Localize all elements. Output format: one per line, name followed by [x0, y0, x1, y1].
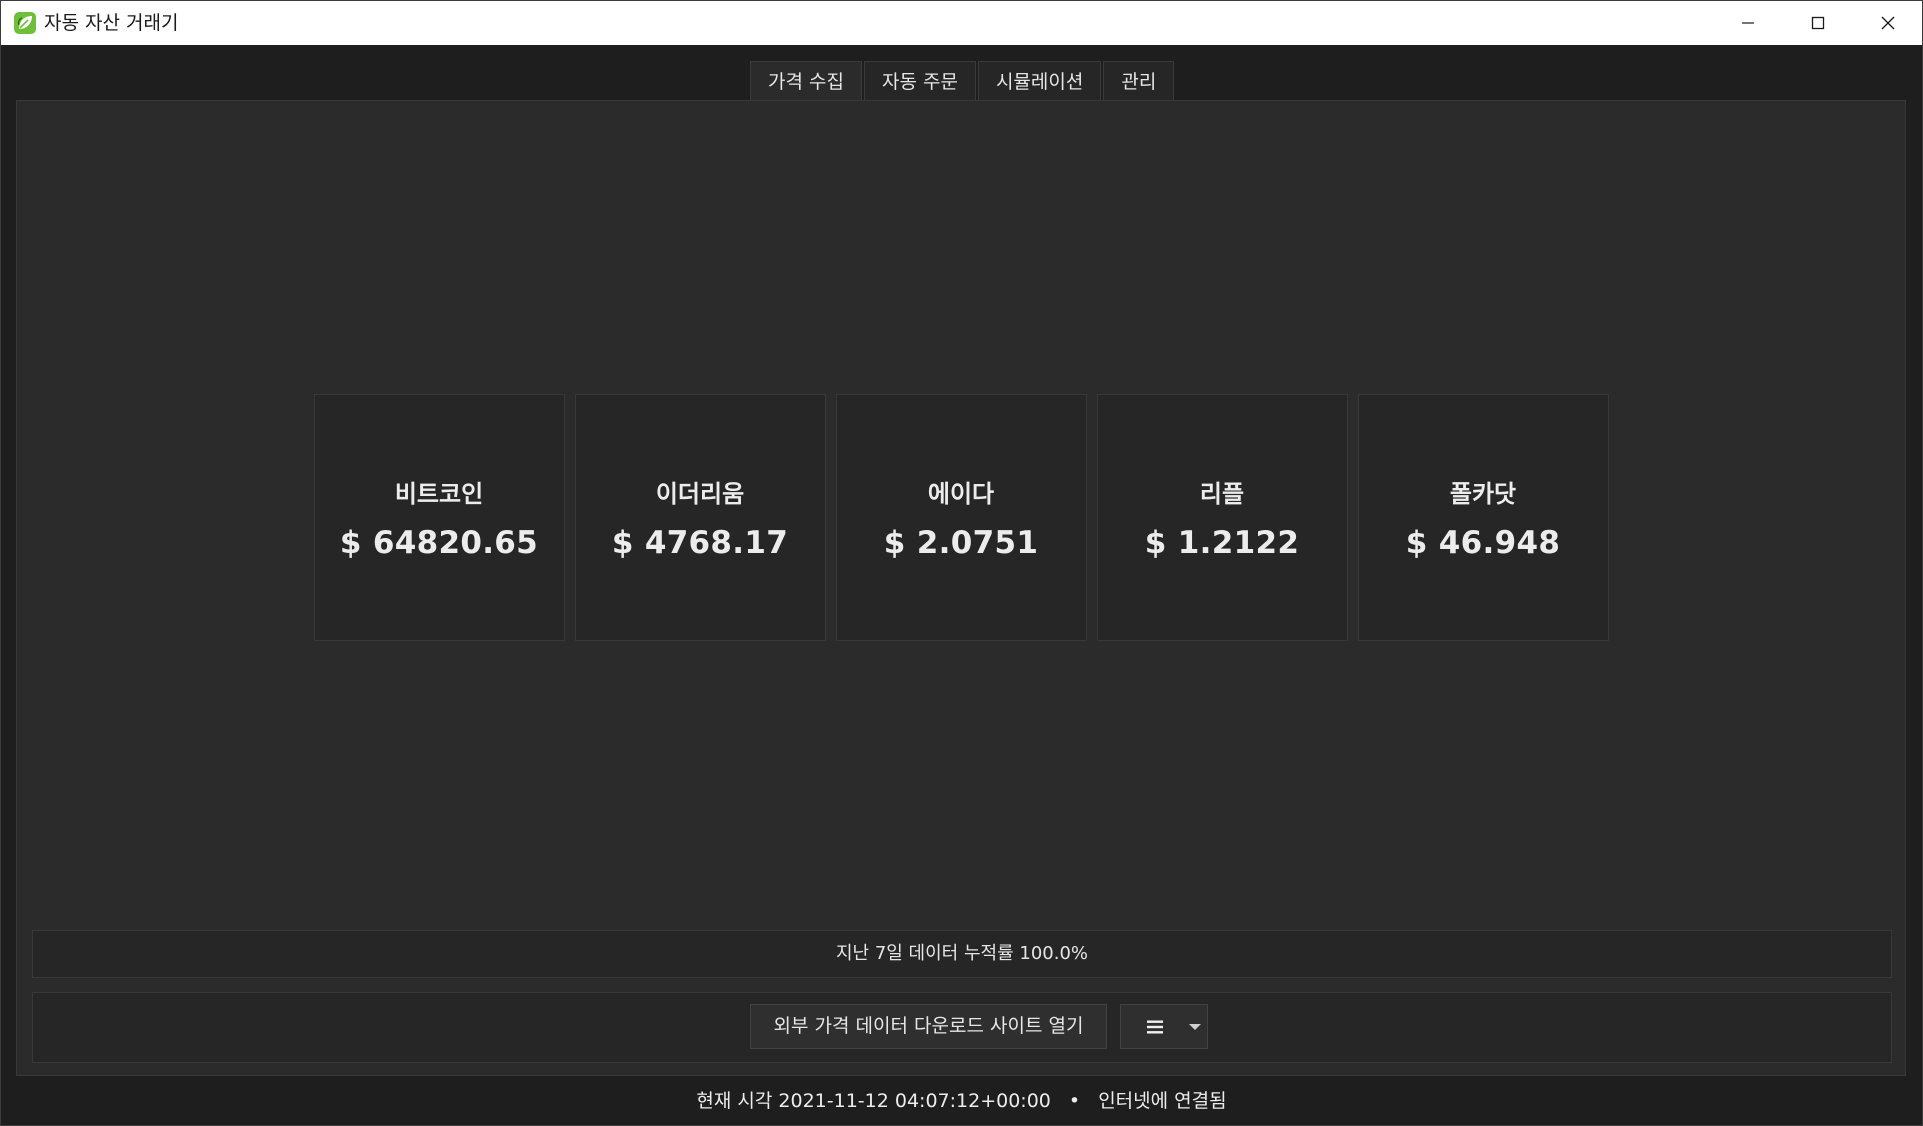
price-card-polkadot: 폴카닷 $ 46.948: [1357, 394, 1609, 641]
minimize-icon: [1742, 22, 1754, 24]
caret-down-icon: [1189, 1024, 1201, 1030]
close-button[interactable]: [1853, 1, 1922, 45]
coin-price: $ 2.0751: [883, 525, 1039, 561]
close-icon: [1881, 16, 1895, 30]
coin-price: $ 64820.65: [339, 525, 539, 561]
coin-name: 폴카닷: [1449, 480, 1517, 508]
connection-status: 인터넷에 연결됨: [1098, 1090, 1227, 1112]
price-collection-panel: 비트코인 $ 64820.65 이더리움 $ 4768.17 에이다 $ 2.0…: [16, 100, 1906, 1076]
tab-bar: 가격 수집 자동 주문 시뮬레이션 관리: [750, 61, 1176, 102]
tab-simulation[interactable]: 시뮬레이션: [977, 61, 1102, 101]
price-card-bitcoin: 비트코인 $ 64820.65: [313, 394, 565, 641]
price-card-ethereum: 이더리움 $ 4768.17: [574, 394, 826, 641]
price-card-ripple: 리플 $ 1.2122: [1096, 394, 1348, 641]
coin-name: 비트코인: [394, 480, 484, 508]
tab-price-collection[interactable]: 가격 수집: [750, 61, 862, 102]
maximize-icon: [1811, 16, 1825, 30]
action-bar: 외부 가격 데이터 다운로드 사이트 열기: [32, 992, 1892, 1063]
footer-separator: •: [1068, 1090, 1081, 1112]
tab-auto-order[interactable]: 자동 주문: [863, 61, 976, 101]
data-accumulation-status: 지난 7일 데이터 누적률 100.0%: [32, 930, 1892, 978]
minimize-button[interactable]: [1713, 1, 1783, 45]
coin-name: 리플: [1199, 480, 1245, 508]
coin-price: $ 4768.17: [611, 525, 789, 561]
footer-status: 현재 시각 2021-11-12 04:07:12+00:00 • 인터넷에 연…: [1, 1081, 1922, 1121]
tab-management[interactable]: 관리: [1103, 61, 1175, 101]
app-leaf-icon: [14, 12, 36, 34]
coin-name: 이더리움: [655, 480, 745, 508]
open-external-data-site-button[interactable]: 외부 가격 데이터 다운로드 사이트 열기: [750, 1004, 1107, 1049]
coin-name: 에이다: [927, 480, 995, 508]
maximize-button[interactable]: [1783, 1, 1853, 45]
menu-dropdown-button[interactable]: [1120, 1004, 1208, 1049]
window-title: 자동 자산 거래기: [44, 12, 179, 34]
coin-price: $ 46.948: [1405, 525, 1561, 561]
coin-price: $ 1.2122: [1144, 525, 1300, 561]
current-time-label: 현재 시각 2021-11-12 04:07:12+00:00: [696, 1090, 1051, 1112]
app-window: 자동 자산 거래기 가격 수집 자동 주문 시뮬레이션 관리 비트코인 $ 64…: [0, 0, 1923, 1126]
price-card-list: 비트코인 $ 64820.65 이더리움 $ 4768.17 에이다 $ 2.0…: [17, 394, 1905, 641]
hamburger-icon: [1147, 1020, 1163, 1034]
price-card-cardano: 에이다 $ 2.0751: [835, 394, 1087, 641]
title-bar[interactable]: 자동 자산 거래기: [1, 1, 1922, 45]
